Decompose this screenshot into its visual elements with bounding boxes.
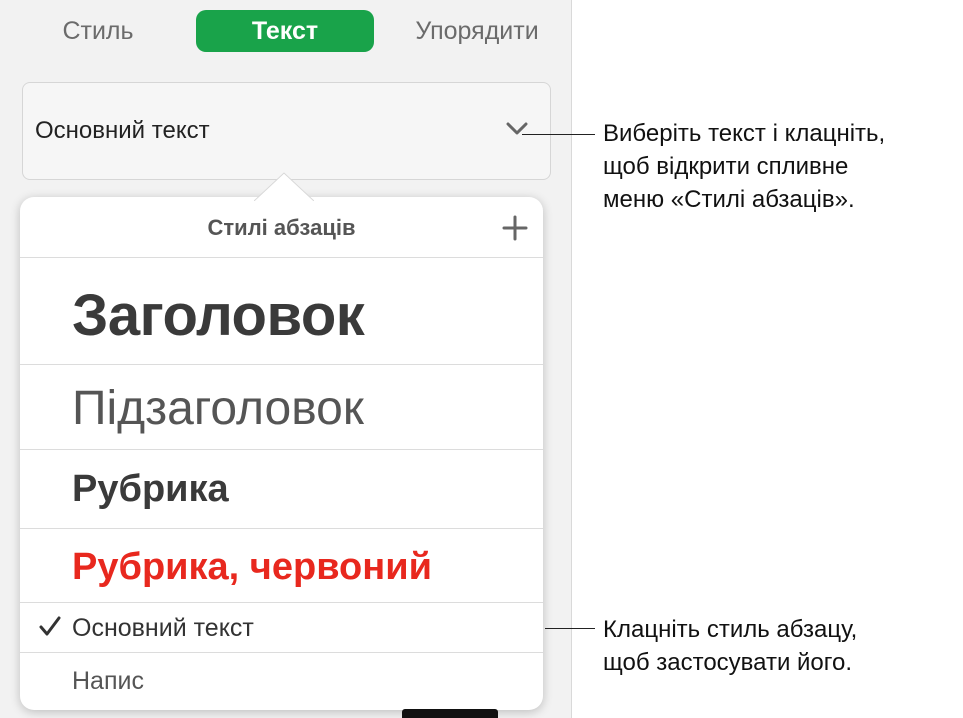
style-item-label: Напис [72,667,144,695]
style-item-subheading[interactable]: Підзаголовок [20,365,543,449]
style-item-label: Рубрика, червоний [72,546,432,588]
style-item-label: Основний текст [72,614,254,642]
style-item-label: Рубрика [72,468,229,510]
format-tabs: Стиль Текст Упорядити [0,0,571,62]
callout-bottom: Клацніть стиль абзацу, щоб застосувати й… [603,613,857,679]
style-item-label: Заголовок [72,283,365,348]
callout-bottom-line: щоб застосувати його. [603,649,853,676]
popover-arrow [254,172,314,201]
tab-arrange[interactable]: Упорядити [392,10,562,52]
callout-line-top [522,134,595,135]
style-item-rubric-red[interactable]: Рубрика, червоний [20,529,543,602]
popover-header: Стилі абзаців [20,197,543,257]
bottom-control [402,709,498,718]
callout-bottom-line: Клацніть стиль абзацу, [603,616,858,643]
style-item-heading[interactable]: Заголовок [20,258,543,364]
style-item-rubric[interactable]: Рубрика [20,450,543,528]
tab-style[interactable]: Стиль [38,10,158,52]
paragraph-style-dropdown[interactable]: Основний текст [22,82,551,180]
callout-top-line: щоб відкрити спливне [603,153,849,180]
style-item-body[interactable]: Основний текст [20,603,543,652]
style-item-caption[interactable]: Напис [20,653,543,710]
popover-title: Стилі абзаців [207,215,356,240]
plus-icon[interactable] [502,215,528,241]
paragraph-style-dropdown-label: Основний текст [35,117,210,144]
callout-line-bottom [545,628,595,629]
callout-top: Виберіть текст і клацніть, щоб відкрити … [603,117,885,216]
style-item-label: Підзаголовок [72,382,364,435]
tab-text[interactable]: Текст [196,10,374,52]
checkmark-icon [39,616,61,636]
format-sidebar: Стиль Текст Упорядити Основний текст Сти… [0,0,572,718]
paragraph-styles-popover: Стилі абзаців Заголовок Підзаголовок Руб… [20,197,543,710]
callout-top-line: Виберіть текст і клацніть, [603,120,886,147]
callout-top-line: меню «Стилі абзаців». [603,186,855,213]
